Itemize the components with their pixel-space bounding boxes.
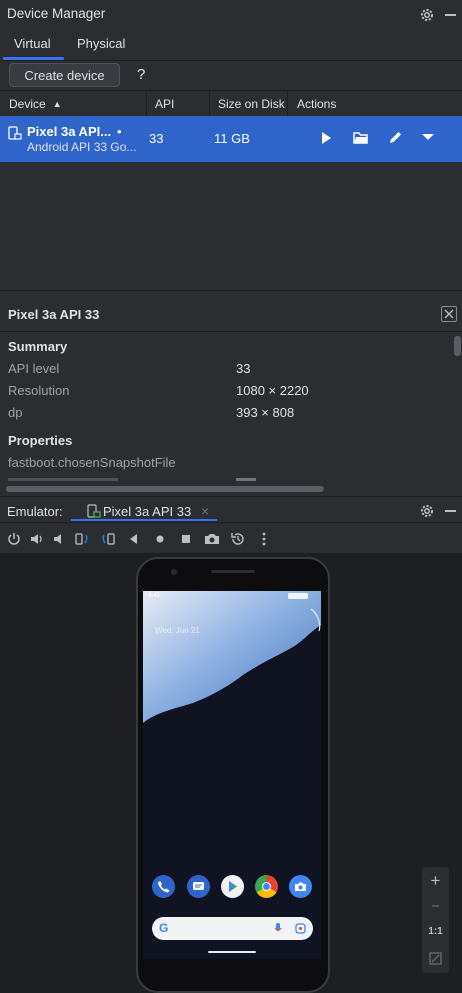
device-name: Pixel 3a API... — [27, 124, 112, 139]
minimize-icon[interactable] — [445, 14, 456, 16]
zoom-in-button[interactable]: + — [422, 871, 449, 891]
column-header-size[interactable]: Size on Disk — [211, 91, 288, 116]
folder-icon[interactable] — [353, 131, 369, 145]
summary-key: Resolution — [8, 383, 70, 398]
summary-key: API level — [8, 361, 60, 376]
device-api: 33 — [149, 131, 164, 146]
device-size: 11 GB — [214, 131, 250, 146]
home-icon[interactable] — [152, 531, 168, 547]
rotate-right-icon[interactable] — [100, 531, 116, 547]
help-icon[interactable]: ? — [137, 66, 145, 83]
fit-screen-icon[interactable] — [429, 952, 442, 965]
volume-down-icon[interactable] — [51, 531, 67, 547]
zoom-out-button[interactable]: − — [422, 898, 449, 915]
chevron-down-icon[interactable] — [421, 133, 435, 141]
panel-title: Device Manager — [7, 6, 106, 21]
details-title: Pixel 3a API 33 — [8, 307, 100, 322]
gear-icon[interactable] — [419, 7, 435, 23]
tab-indicator — [71, 519, 217, 521]
property-key: fastboot.chosenSnapshotFile — [8, 455, 176, 470]
search-widget[interactable]: G — [152, 917, 313, 940]
microphone-icon[interactable] — [274, 923, 282, 934]
properties-heading: Properties — [8, 433, 73, 448]
horizontal-scrollbar[interactable] — [6, 486, 324, 492]
divider — [0, 331, 462, 332]
clipped-property-row — [0, 476, 452, 484]
camera-app-icon[interactable] — [289, 875, 312, 898]
power-icon[interactable] — [6, 531, 22, 547]
status-dot: • — [117, 124, 122, 139]
messages-app-icon[interactable] — [187, 875, 210, 898]
sort-ascending-icon: ▲ — [52, 98, 62, 109]
divider — [0, 290, 462, 291]
close-tab-icon[interactable]: × — [201, 503, 209, 519]
speaker-grille — [211, 570, 255, 573]
device-subtitle: Android API 33 Go... — [27, 140, 137, 154]
camera-icon[interactable] — [204, 531, 220, 547]
gesture-bar[interactable] — [208, 951, 256, 953]
wallpaper — [143, 591, 321, 959]
overview-icon[interactable] — [178, 531, 194, 547]
summary-value: 33 — [236, 361, 251, 376]
phone-app-icon[interactable] — [152, 875, 175, 898]
device-phone-icon — [87, 504, 101, 518]
status-time: 4:43 — [148, 593, 160, 599]
vertical-scrollbar[interactable] — [454, 336, 461, 356]
minimize-icon[interactable] — [445, 510, 456, 512]
summary-key: dp — [8, 405, 23, 420]
phone-screen[interactable]: 4:43 Wed, Jun 21 G — [143, 591, 321, 959]
divider — [0, 60, 462, 61]
date-widget: Wed, Jun 21 — [155, 626, 200, 635]
play-store-app-icon[interactable] — [221, 875, 244, 898]
play-icon[interactable] — [319, 131, 333, 145]
lens-icon[interactable] — [295, 923, 306, 934]
more-options-icon[interactable] — [256, 531, 272, 547]
close-icon[interactable] — [441, 306, 457, 322]
google-icon: G — [159, 921, 169, 935]
summary-value: 393 × 808 — [236, 405, 295, 420]
summary-heading: Summary — [8, 339, 68, 354]
column-header-actions: Actions — [289, 91, 462, 116]
column-label: Device — [9, 96, 46, 111]
status-icons — [288, 593, 308, 599]
summary-value: 1080 × 2220 — [236, 383, 309, 398]
tab-bar: Virtual Physical — [0, 30, 462, 60]
rotate-left-icon[interactable] — [74, 531, 90, 547]
gear-icon[interactable] — [419, 503, 435, 519]
emulator-tab[interactable]: Pixel 3a API 33 — [103, 504, 191, 519]
back-icon[interactable] — [126, 531, 142, 547]
divider — [0, 522, 462, 523]
zoom-actual-size-button[interactable]: 1:1 — [422, 926, 449, 937]
create-device-button[interactable]: Create device — [9, 63, 120, 87]
front-camera — [171, 569, 177, 575]
chrome-app-icon[interactable] — [255, 875, 278, 898]
device-phone-icon — [8, 126, 22, 140]
tab-physical[interactable]: Physical — [77, 36, 125, 51]
volume-up-icon[interactable] — [29, 531, 45, 547]
column-header-device[interactable]: Device ▲ — [0, 91, 147, 116]
column-header-api[interactable]: API — [148, 91, 210, 116]
edit-icon[interactable] — [388, 130, 403, 145]
tab-virtual[interactable]: Virtual — [14, 36, 51, 51]
divider — [0, 496, 462, 497]
emulator-label: Emulator: — [7, 504, 63, 519]
zoom-controls: + − 1:1 — [422, 867, 449, 973]
snapshot-icon[interactable] — [230, 531, 246, 547]
